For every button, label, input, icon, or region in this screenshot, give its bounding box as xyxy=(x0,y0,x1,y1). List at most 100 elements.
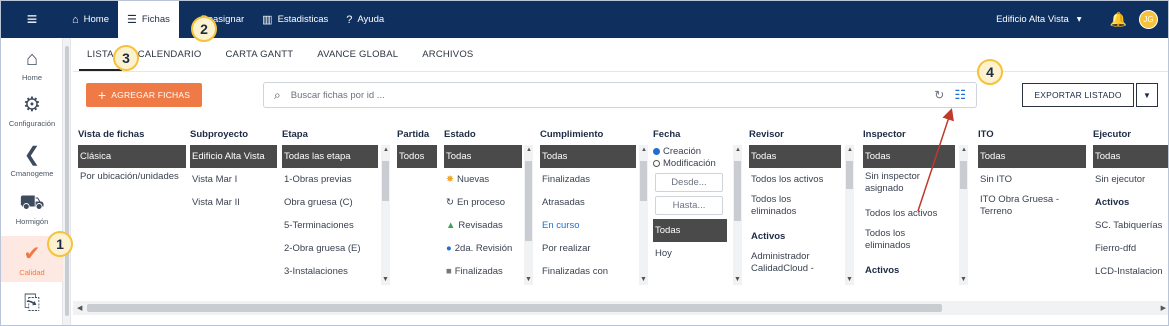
search-input[interactable] xyxy=(290,89,935,101)
scroll-thumb[interactable] xyxy=(846,161,853,189)
nav-ayuda[interactable]: ? Ayuda xyxy=(337,1,393,38)
filter-option[interactable]: En curso xyxy=(540,214,650,237)
scroll-right-icon[interactable]: ▶ xyxy=(1161,304,1166,312)
nav-home[interactable]: ⌂ Home xyxy=(63,1,118,38)
filter-option[interactable]: Todas xyxy=(749,145,841,168)
filter-option[interactable]: Obra gruesa (C) xyxy=(282,191,392,214)
nav-estadisticas[interactable]: ▥ Estadisticas xyxy=(253,1,337,38)
filter-option[interactable]: ▲ Revisadas xyxy=(444,214,536,237)
cumplimiento-scrollbar[interactable]: ▲ ▼ xyxy=(639,145,648,285)
filter-option[interactable]: Clásica xyxy=(78,145,186,168)
add-fichas-button[interactable]: + AGREGAR FICHAS xyxy=(86,83,202,107)
sidebar-item-home[interactable]: ⌂ Home xyxy=(1,48,63,82)
filter-title: Estado xyxy=(444,129,476,140)
filter-option[interactable]: Fierro-dfd xyxy=(1093,237,1168,260)
filter-option[interactable]: Todas xyxy=(863,145,955,168)
tab-archivos[interactable]: ARCHIVOS xyxy=(414,45,481,71)
radio-label: Modificación xyxy=(663,157,716,169)
export-dropdown-button[interactable]: ▼ xyxy=(1136,83,1158,107)
sidebar-scrollbar[interactable] xyxy=(63,38,71,325)
filter-option[interactable]: Todas xyxy=(653,219,727,242)
sidebar-item-documents[interactable]: ⎘ xyxy=(1,292,63,314)
scroll-thumb[interactable] xyxy=(382,161,389,201)
filter-option[interactable]: Vista Mar II xyxy=(190,191,277,214)
tab-avance-global[interactable]: AVANCE GLOBAL xyxy=(309,45,406,71)
date-to-input[interactable]: Hasta... xyxy=(655,196,723,215)
filter-option[interactable]: Todos xyxy=(397,145,437,168)
filter-option[interactable]: Finalizadas con xyxy=(540,260,650,283)
filter-option[interactable]: ↻ En proceso xyxy=(444,191,536,214)
filter-option[interactable]: Todos los eliminados xyxy=(749,191,839,225)
filter-option[interactable]: Administrador CalidadCloud - xyxy=(749,248,839,282)
tab-calendario[interactable]: CALENDARIO xyxy=(130,45,210,71)
filter-option[interactable]: ✸ Nuevas xyxy=(444,168,536,191)
lock-icon: ■ xyxy=(446,266,452,277)
scroll-thumb[interactable] xyxy=(87,304,942,312)
filter-option-label: 2da. Revisión xyxy=(454,243,513,254)
etapa-scrollbar[interactable]: ▲ ▼ xyxy=(381,145,390,285)
radio-modificacion[interactable]: Modificación xyxy=(653,157,743,169)
scroll-left-icon[interactable]: ◀ xyxy=(77,304,82,312)
project-name: Edificio Alta Vista xyxy=(996,14,1069,25)
filter-option[interactable]: Sin ITO xyxy=(978,168,1088,191)
filter-option[interactable]: 1-Obras previas xyxy=(282,168,392,191)
estado-scrollbar[interactable]: ▲ ▼ xyxy=(524,145,533,285)
filter-option[interactable]: Hoy xyxy=(653,242,743,265)
avatar[interactable]: JG xyxy=(1139,10,1158,29)
callout-1: 1 xyxy=(47,231,73,257)
filter-option[interactable]: Finalizadas xyxy=(540,168,650,191)
inspector-scrollbar[interactable]: ▲ ▼ xyxy=(959,145,968,285)
filter-option[interactable]: Todas las etapa xyxy=(282,145,378,168)
filter-title: Inspector xyxy=(863,129,906,140)
sidebar-item-configuracion[interactable]: ⚙ Configuración xyxy=(1,94,63,128)
fecha-scrollbar[interactable]: ▲ ▼ xyxy=(733,145,742,285)
sidebar-item-label: Cmanogeme xyxy=(10,169,54,178)
bell-icon[interactable]: 🔔 xyxy=(1110,11,1127,28)
filter-option[interactable]: LCD-Instalacion xyxy=(1093,260,1168,283)
filter-list: Edificio Alta Vista Vista Mar I Vista Ma… xyxy=(190,145,277,285)
radio-creacion[interactable]: Creación xyxy=(653,145,743,157)
filter-option[interactable]: Todos los activos xyxy=(863,202,973,225)
hamburger-icon[interactable]: ≡ xyxy=(1,1,63,38)
filter-option[interactable]: Sin ejecutor xyxy=(1093,168,1168,191)
filter-option[interactable]: ■ Finalizadas xyxy=(444,260,536,283)
filter-option[interactable]: Edificio Alta Vista xyxy=(190,145,277,168)
filter-option[interactable]: Por realizar xyxy=(540,237,650,260)
filter-option[interactable]: Por ubicación/unidades xyxy=(78,168,186,202)
scroll-thumb[interactable] xyxy=(734,161,741,221)
filter-option[interactable]: Todas xyxy=(444,145,522,168)
filter-option[interactable]: Atrasadas xyxy=(540,191,650,214)
scroll-thumb[interactable] xyxy=(640,161,647,201)
filter-title: Etapa xyxy=(282,129,308,140)
scroll-thumb[interactable] xyxy=(525,161,532,241)
filter-option[interactable]: Todas xyxy=(540,145,636,168)
filter-option[interactable]: ● 2da. Revisión xyxy=(444,237,536,260)
date-from-input[interactable]: Desde... xyxy=(655,173,723,192)
filter-option[interactable]: Sin inspector asignado xyxy=(863,168,953,202)
filter-option[interactable]: Todos los activos xyxy=(749,168,859,191)
export-list-button[interactable]: EXPORTAR LISTADO xyxy=(1022,83,1134,107)
truck-icon: ⛟ xyxy=(19,192,45,214)
filter-option[interactable]: 3-Instalaciones xyxy=(282,260,392,283)
horizontal-scrollbar[interactable]: ◀ ▶ xyxy=(73,301,1168,315)
filter-option[interactable]: SC. Tabiquerías xyxy=(1093,214,1168,237)
project-selector[interactable]: Edificio Alta Vista ▾ xyxy=(996,14,1081,25)
nav-fichas[interactable]: ☰ Fichas xyxy=(118,1,179,38)
filter-option[interactable]: Todas xyxy=(1093,145,1168,168)
sidebar-item-cmanogeme[interactable]: ❮ Cmanogeme xyxy=(1,144,63,178)
filter-title: Subproyecto xyxy=(190,129,249,140)
filter-list: Todos xyxy=(397,145,437,285)
scroll-thumb[interactable] xyxy=(960,161,967,189)
nav-home-label: Home xyxy=(83,14,109,25)
filter-option[interactable]: Todos los eliminados xyxy=(863,225,953,259)
filter-option[interactable]: Vista Mar I xyxy=(190,168,277,191)
filter-settings-icon[interactable]: ☷ xyxy=(954,87,966,103)
tab-carta-gantt[interactable]: CARTA GANTT xyxy=(217,45,301,71)
refresh-icon[interactable]: ↻ xyxy=(934,88,944,102)
filter-option[interactable]: 2-Obra gruesa (E) xyxy=(282,237,392,260)
sidebar-item-hormigon[interactable]: ⛟ Hormigón xyxy=(1,192,63,226)
revisor-scrollbar[interactable]: ▲ ▼ xyxy=(845,145,854,285)
filter-option[interactable]: ITO Obra Gruesa - Terreno xyxy=(978,191,1078,225)
filter-option[interactable]: 5-Terminaciones xyxy=(282,214,392,237)
filter-option[interactable]: Todas xyxy=(978,145,1086,168)
